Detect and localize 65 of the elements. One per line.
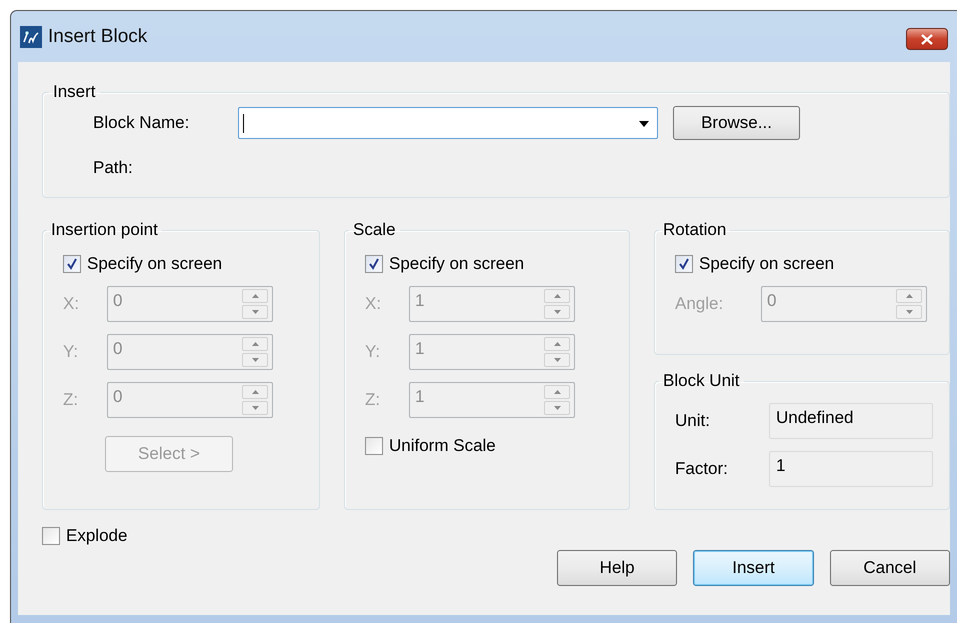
spin-up-button[interactable] [242,385,268,399]
dialog-button[interactable]: Help [557,550,678,586]
field-label: Factor: [675,459,729,479]
checkbox-label[interactable]: Specify on screen [87,254,222,274]
checkbox-label[interactable]: Uniform Scale [389,436,496,456]
field-label: X: [365,294,382,314]
dropdown-arrow-icon[interactable] [639,121,649,127]
checkbox-label[interactable]: Specify on screen [699,254,834,274]
field-label: Z: [63,390,80,410]
down-arrow-icon [554,406,560,410]
spin-up-button[interactable] [544,289,570,303]
dialog-button[interactable]: Insert [693,550,814,586]
spin-down-button[interactable] [544,353,570,367]
field-label: Path: [93,158,133,177]
field-label: X: [63,294,80,314]
down-arrow-icon [252,310,258,314]
group-title: Block Unit [662,371,741,391]
up-arrow-icon [252,390,258,394]
down-arrow-icon [554,358,560,362]
up-arrow-icon [554,342,560,346]
field-label: Unit: [675,411,711,431]
spin-up-button[interactable] [544,385,570,399]
checkbox[interactable] [63,255,81,273]
spin-down-button[interactable] [242,401,268,415]
dialog-button[interactable]: Cancel [830,550,950,586]
field-label: Y: [365,342,382,362]
field-label: Angle: [675,294,724,314]
readonly-field: 1 [769,451,933,487]
spin-down-button[interactable] [544,305,570,319]
field-label: Z: [365,390,382,410]
field-label: Y: [63,342,80,362]
spin-up-button[interactable] [544,337,570,351]
field-label: Block Name: [93,113,190,133]
group-title: Insert [52,82,97,102]
spin-down-button[interactable] [242,353,268,367]
down-arrow-icon [252,406,258,410]
checkbox-label[interactable]: Specify on screen [389,254,524,274]
group-title: Rotation [662,220,728,240]
down-arrow-icon [252,358,258,362]
group-title: Insertion point [50,220,159,240]
readonly-field: Undefined [769,403,933,439]
close-button[interactable] [906,28,948,50]
spin-up-button[interactable] [896,289,922,303]
up-arrow-icon [252,294,258,298]
checkbox[interactable] [365,437,383,455]
spin-down-button[interactable] [544,401,570,415]
close-icon [921,34,933,44]
up-arrow-icon [906,294,912,298]
up-arrow-icon [554,390,560,394]
browse-button[interactable]: Browse... [673,106,800,140]
group-title: Scale [352,220,397,240]
checkbox[interactable] [365,255,383,273]
spin-down-button[interactable] [896,305,922,319]
down-arrow-icon [906,310,912,314]
spin-down-button[interactable] [242,305,268,319]
spin-up-button[interactable] [242,289,268,303]
checkbox[interactable] [675,255,693,273]
checkbox[interactable] [42,527,60,545]
down-arrow-icon [554,310,560,314]
spin-up-button[interactable] [242,337,268,351]
up-arrow-icon [554,294,560,298]
up-arrow-icon [252,342,258,346]
checkbox-label[interactable]: Explode [66,526,128,546]
window-title: Insert Block [48,26,148,48]
app-icon [20,26,42,48]
